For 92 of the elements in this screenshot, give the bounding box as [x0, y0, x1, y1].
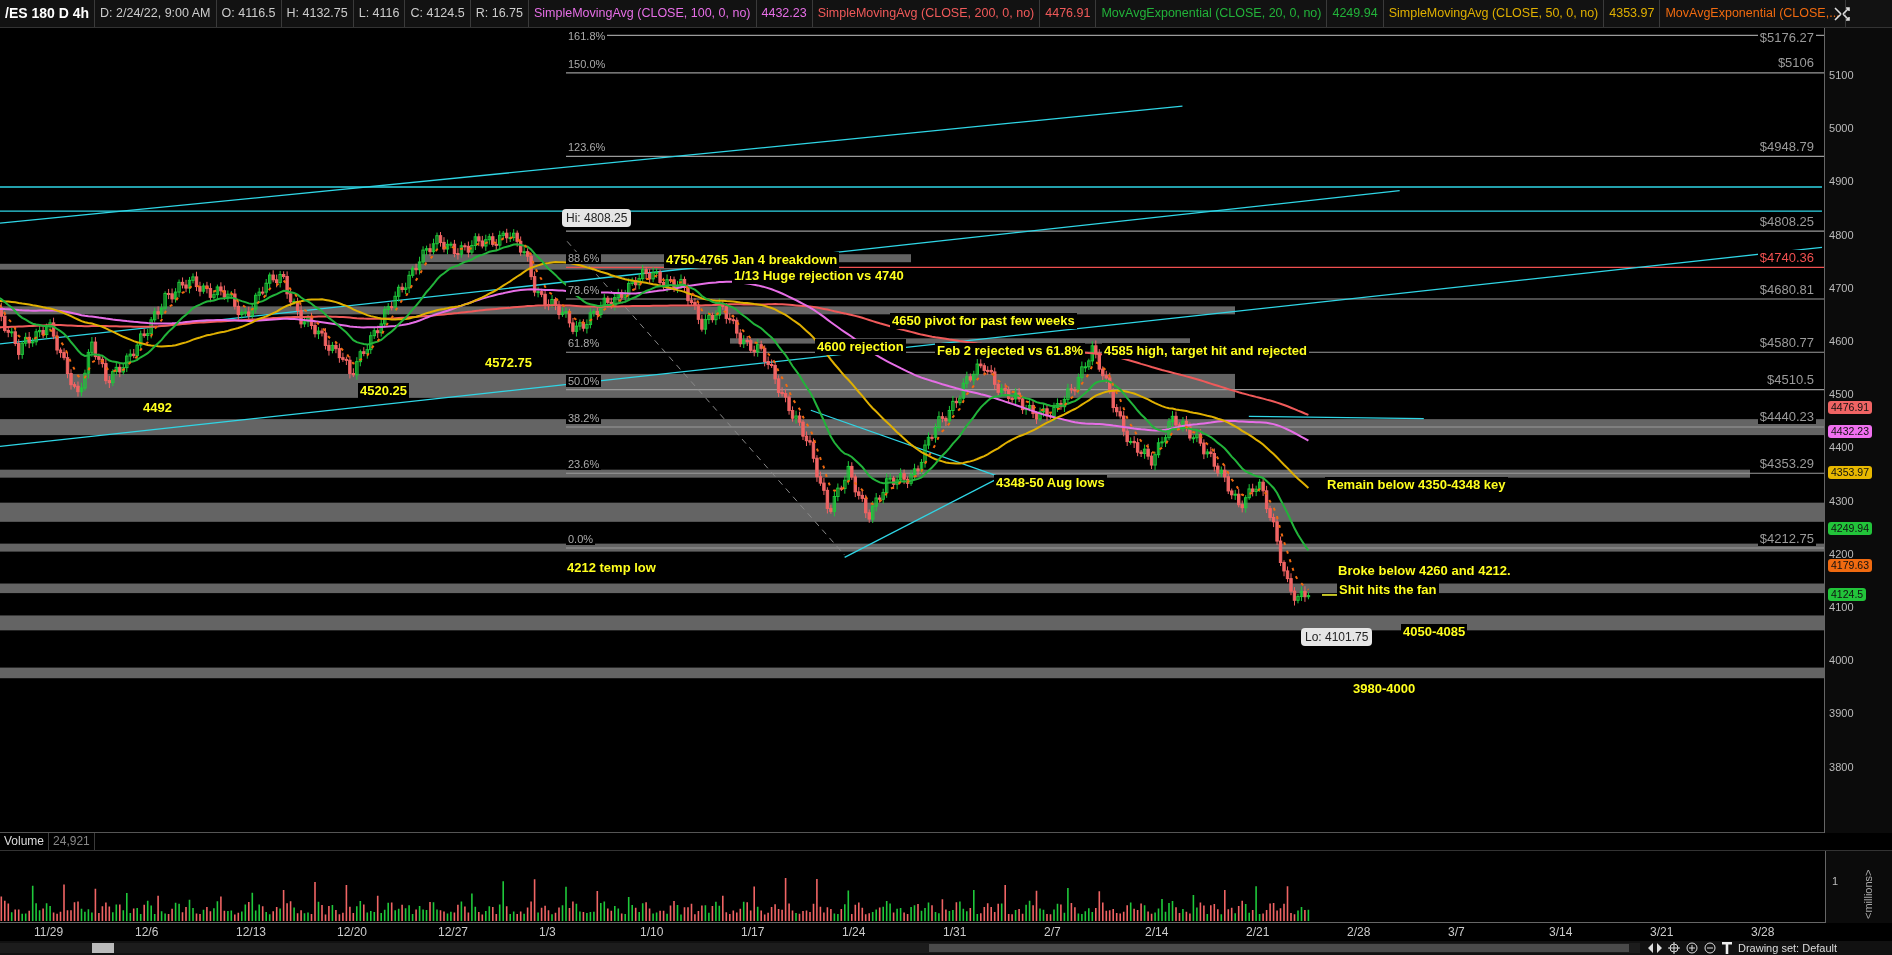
study-label[interactable]: MovAvgExponential (CLOSE, 20, 0, no) [1096, 0, 1328, 27]
date-axis-label: 1/24 [842, 925, 866, 939]
fib-price-label: $4580.77 [1757, 335, 1817, 350]
chart-annotation: 4348-50 Aug lows [994, 475, 1107, 491]
price-axis-label: 4700 [1829, 282, 1854, 294]
date-axis-label: 11/29 [34, 925, 64, 939]
volume-title: Volume [0, 833, 50, 850]
fib-percent-label: 38.2% [566, 412, 602, 424]
fib-price-label: $4212.75 [1757, 531, 1817, 546]
quote-field: R: 16.75 [470, 0, 529, 27]
date-axis-label: 1/10 [640, 925, 664, 939]
price-axis-label: 3800 [1829, 761, 1854, 773]
fib-percent-label: 88.6% [566, 252, 602, 265]
date-axis-label: 2/7 [1044, 925, 1061, 939]
low-price-callout: Lo: 4101.75 [1301, 628, 1373, 646]
price-badge: 4476.91 [1828, 400, 1872, 414]
fib-percent-label: 123.6% [566, 141, 608, 154]
study-label[interactable]: MovAvgExponential (CLOSE,... [1660, 0, 1846, 27]
fib-percent-label: 150.0% [566, 57, 608, 70]
quote-field: O: 4116.5 [216, 0, 282, 27]
price-badge: 4353.97 [1828, 466, 1872, 480]
chart-annotation: 4212 temp low [565, 560, 658, 576]
fib-price-label: $4440.23 [1757, 409, 1817, 424]
date-axis-label: 2/14 [1145, 925, 1169, 939]
quote-field: H: 4132.75 [281, 0, 354, 27]
date-axis-label: 12/6 [135, 925, 159, 939]
chart-annotation: 4750-4765 Jan 4 breakdown [664, 252, 840, 268]
date-axis-label: 2/28 [1347, 925, 1371, 939]
fib-price-label: $4680.81 [1757, 282, 1817, 297]
date-axis-label: 3/21 [1650, 925, 1674, 939]
quote-field: L: 4116 [353, 0, 406, 27]
chart-annotation: 4520.25 [358, 383, 409, 399]
date-axis-label: 12/13 [236, 925, 267, 939]
price-axis-label: 4900 [1829, 176, 1854, 188]
date-axis-label: 1/3 [539, 925, 556, 939]
volume-axis-label: 1 [1832, 875, 1839, 887]
drawing-set-label[interactable]: Drawing set: Default [1738, 942, 1838, 954]
chart-annotation: 4600 rejection [815, 339, 906, 355]
date-axis-label: 12/27 [438, 925, 469, 939]
price-axis-label: 4400 [1829, 442, 1854, 454]
quote-field: D: 2/24/22, 9:00 AM [95, 0, 217, 27]
chart-annotation: 1/13 Huge rejection vs 4740 [732, 268, 906, 284]
study-value: 4353.97 [1604, 0, 1661, 27]
date-axis-label: 3/7 [1448, 925, 1465, 939]
quote-field: C: 4124.5 [405, 0, 471, 27]
price-badge: 4179.63 [1828, 559, 1872, 573]
study-value: 4432.23 [756, 0, 813, 27]
study-label[interactable]: SimpleMovingAvg (CLOSE, 50, 0, no) [1383, 0, 1605, 27]
price-axis-label: 4200 [1829, 548, 1854, 560]
date-axis-label: 2/21 [1246, 925, 1270, 939]
chart-annotation: 4650 pivot for past few weeks [890, 313, 1077, 329]
study-value: 4476.91 [1040, 0, 1097, 27]
date-axis-label: 12/20 [337, 925, 368, 939]
study-label[interactable]: SimpleMovingAvg (CLOSE, 200, 0, no) [812, 0, 1041, 27]
volume-value: 24,921 [49, 833, 95, 850]
fib-percent-label: 23.6% [566, 458, 602, 471]
fib-percent-label: 61.8% [566, 337, 602, 350]
high-price-callout: Hi: 4808.25 [562, 209, 632, 227]
symbol-label[interactable]: /ES 180 D 4h [0, 0, 96, 27]
price-axis-label: 4000 [1829, 655, 1854, 667]
price-axis-label: 3900 [1829, 708, 1854, 720]
price-axis-label: 4600 [1829, 336, 1854, 347]
price-badge: 4249.94 [1828, 521, 1872, 535]
price-axis-label: 4300 [1829, 495, 1854, 507]
chart-annotation: Shit hits the fan [1337, 582, 1439, 598]
chart-annotation: Remain below 4350-4348 key [1325, 477, 1508, 493]
fib-price-label: $5176.27 [1757, 30, 1817, 45]
price-axis-label: 4100 [1829, 602, 1854, 613]
fib-price-label: $4510.5 [1765, 372, 1817, 387]
price-badge: 4432.23 [1828, 424, 1872, 438]
price-axis-label: 4800 [1829, 229, 1854, 241]
fib-percent-label: 161.8% [566, 30, 608, 42]
date-axis-label: 3/28 [1751, 925, 1775, 939]
fib-price-label: $4808.25 [1757, 214, 1817, 229]
date-axis-label: 3/14 [1549, 925, 1573, 939]
fib-percent-label: 0.0% [566, 533, 596, 545]
chart-annotation: 4585 high, target hit and rejected [1102, 343, 1309, 359]
price-axis-label: 4500 [1829, 389, 1854, 401]
fib-price-label: $4353.29 [1757, 456, 1817, 471]
fib-percent-label: 78.6% [566, 284, 602, 296]
date-axis-label: 1/17 [741, 925, 765, 939]
price-axis-label: 5000 [1829, 123, 1854, 135]
price-axis-label: 5100 [1829, 70, 1854, 81]
study-value: 4249.94 [1327, 0, 1384, 27]
date-axis-label: 1/31 [943, 925, 967, 939]
price-badge: 4124.5 [1828, 588, 1867, 602]
fib-price-label: $4740.36 [1757, 250, 1817, 265]
fib-price-label: $4948.79 [1757, 139, 1817, 154]
study-label[interactable]: SimpleMovingAvg (CLOSE, 100, 0, no) [528, 0, 757, 27]
fib-price-label: $5106 [1775, 55, 1817, 70]
chart-annotation: Feb 2 rejected vs 61.8% [935, 343, 1085, 359]
volume-unit-label: <millions> [1862, 869, 1874, 919]
